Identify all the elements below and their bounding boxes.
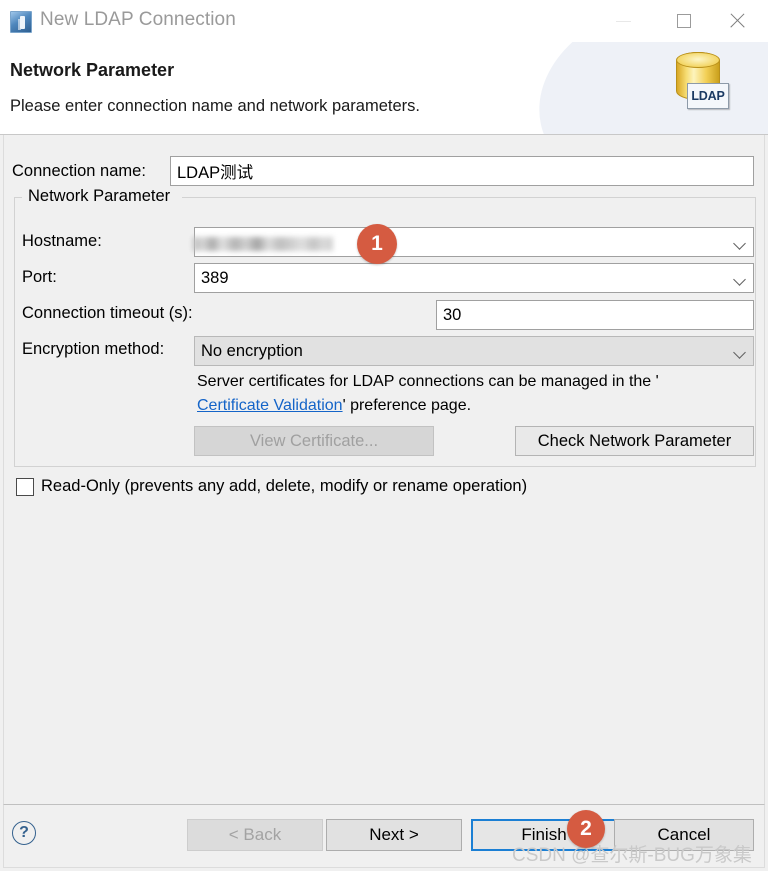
connection-timeout-label: Connection timeout (s): [22,304,193,322]
page-subtitle: Please enter connection name and network… [10,97,420,115]
connection-name-label: Connection name: [12,162,146,180]
close-icon [729,13,745,29]
back-button[interactable]: < Back [187,819,323,851]
database-top-icon [676,52,720,68]
encryption-method-label: Encryption method: [22,340,165,358]
chevron-down-icon [733,273,746,286]
ldap-database-icon: LDAP [668,48,730,120]
ldap-label-card: LDAP [687,83,729,109]
annotation-badge-1: 1 [357,224,397,264]
chevron-down-icon [733,346,746,359]
certificate-info-tail: ' preference page. [342,397,472,414]
encryption-method-combo[interactable]: No encryption [194,336,754,366]
title-bar: New LDAP Connection [0,0,768,42]
banner-decoration [521,42,768,134]
minimize-button[interactable] [600,0,646,42]
annotation-badge-2: 2 [567,810,605,848]
chevron-down-icon [733,237,746,250]
certificate-validation-link[interactable]: Certificate Validation [197,397,343,414]
minimize-icon [615,20,631,22]
group-border-right [182,197,756,198]
group-border-left [14,197,22,198]
certificate-info-line-2: Certificate Validation' preference page. [197,397,471,415]
encryption-method-value: No encryption [201,342,303,360]
read-only-checkbox-row[interactable]: Read-Only (prevents any add, delete, mod… [16,477,527,496]
maximize-icon [677,14,691,28]
port-label: Port: [22,268,57,286]
maximize-button[interactable] [661,0,707,42]
next-button[interactable]: Next > [326,819,462,851]
read-only-checkbox[interactable] [16,477,34,496]
connection-name-input[interactable] [170,156,754,186]
window-title: New LDAP Connection [40,9,236,30]
check-network-parameter-button[interactable]: Check Network Parameter [515,426,754,456]
cancel-button[interactable]: Cancel [614,819,754,851]
wizard-banner: Network Parameter Please enter connectio… [0,42,768,134]
hostname-redacted-overlay [193,237,333,251]
certificate-info-line-1: Server certificates for LDAP connections… [197,373,659,390]
view-certificate-button[interactable]: View Certificate... [194,426,434,456]
connection-timeout-input[interactable] [436,300,754,330]
page-title: Network Parameter [10,60,175,80]
network-parameter-group-title: Network Parameter [24,187,175,206]
new-ldap-connection-dialog: New LDAP Connection Network Parameter Pl… [0,0,768,871]
port-combo[interactable]: 389 [194,263,754,293]
hostname-label: Hostname: [22,232,102,250]
read-only-label: Read-Only (prevents any add, delete, mod… [41,477,528,495]
dialog-footer: ? < Back Next > Finish Cancel [3,804,765,868]
port-value: 389 [201,269,229,287]
app-icon [10,11,32,33]
close-button[interactable] [714,0,760,42]
help-icon[interactable]: ? [12,821,36,845]
